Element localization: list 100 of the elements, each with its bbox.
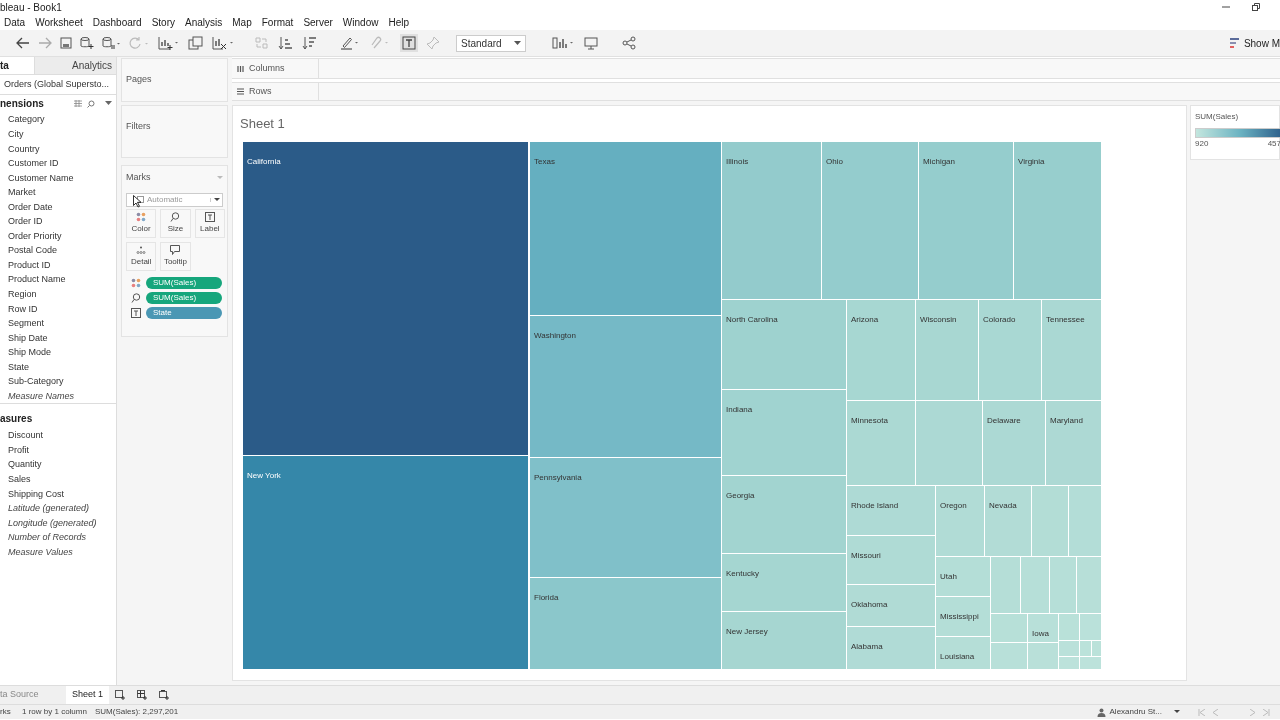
menu-item[interactable]: Map bbox=[232, 14, 252, 30]
legend-title: SUM(Sales) bbox=[1195, 112, 1240, 122]
restore-icon[interactable] bbox=[1252, 3, 1260, 11]
new-worksheet-icon[interactable] bbox=[115, 690, 126, 700]
marks-detail-button[interactable]: Detail bbox=[126, 241, 157, 271]
minimize-icon[interactable] bbox=[1222, 3, 1230, 11]
field-item[interactable]: Sales bbox=[0, 472, 116, 487]
sort-descending-icon[interactable] bbox=[302, 36, 318, 50]
field-item[interactable]: State bbox=[0, 359, 116, 375]
field-item[interactable]: Region bbox=[0, 287, 116, 302]
sort-ascending-icon[interactable] bbox=[278, 36, 294, 50]
menu-item[interactable]: Help bbox=[388, 14, 409, 30]
tile-label: Texas bbox=[534, 157, 555, 166]
menu-item[interactable]: Server bbox=[303, 14, 333, 30]
menu-item[interactable]: Window bbox=[342, 14, 379, 30]
presentation-icon[interactable] bbox=[584, 36, 598, 50]
pane-tab[interactable]: Analytics bbox=[34, 57, 116, 75]
field-item[interactable]: Order Priority bbox=[0, 228, 116, 244]
tile-label: Oregon bbox=[940, 501, 967, 510]
marks-size-button[interactable]: Size bbox=[160, 208, 191, 238]
user-icon bbox=[1096, 707, 1106, 717]
marks-color-button[interactable]: Color bbox=[126, 208, 157, 238]
marks-title: Marks bbox=[126, 171, 151, 184]
forward-arrow-icon[interactable] bbox=[38, 37, 52, 49]
dropdown-caret-icon[interactable] bbox=[1174, 710, 1180, 714]
dropdown-caret-icon[interactable] bbox=[105, 101, 112, 107]
tile-label: Florida bbox=[534, 593, 559, 602]
save-icon[interactable] bbox=[60, 37, 72, 49]
field-item[interactable]: Customer ID bbox=[0, 156, 116, 171]
field-item[interactable]: Category bbox=[0, 112, 116, 127]
grid-view-icon[interactable] bbox=[74, 100, 82, 108]
field-item[interactable]: Market bbox=[0, 185, 116, 200]
field-item[interactable]: Quantity bbox=[0, 457, 116, 472]
field-item[interactable]: Order Date bbox=[0, 199, 116, 215]
tile-label: North Carolina bbox=[726, 315, 778, 324]
show-labels-icon[interactable] bbox=[400, 34, 418, 52]
tile-label: Louisiana bbox=[940, 652, 975, 661]
menu-item[interactable]: Story bbox=[151, 14, 175, 30]
menu-item[interactable]: Data bbox=[4, 14, 26, 30]
menu-item[interactable]: Worksheet bbox=[35, 14, 83, 30]
new-worksheet-icon[interactable] bbox=[158, 36, 180, 50]
field-item[interactable]: Shipping Cost bbox=[0, 486, 116, 502]
field-item[interactable]: Measure Names bbox=[0, 388, 116, 404]
field-item[interactable]: Segment bbox=[0, 316, 116, 331]
share-icon[interactable] bbox=[622, 36, 636, 50]
search-icon[interactable] bbox=[87, 99, 95, 108]
tile-label: Missouri bbox=[851, 551, 881, 560]
new-data-source-icon[interactable] bbox=[80, 36, 94, 50]
mouse-pointer-icon bbox=[133, 195, 142, 208]
field-item[interactable]: Ship Date bbox=[0, 330, 116, 346]
new-dashboard-icon[interactable] bbox=[137, 690, 148, 700]
text-label-icon bbox=[131, 307, 141, 318]
dropdown-caret-icon[interactable] bbox=[514, 41, 521, 45]
color-dots-icon bbox=[136, 211, 147, 222]
field-item[interactable]: Postal Code bbox=[0, 243, 116, 258]
field-item[interactable]: Ship Mode bbox=[0, 345, 116, 360]
field-item[interactable]: Order ID bbox=[0, 214, 116, 229]
legend-max: 457 bbox=[1267, 138, 1280, 149]
field-item[interactable]: Customer Name bbox=[0, 170, 116, 186]
field-item[interactable]: Measure Values bbox=[0, 544, 116, 560]
data-source-name[interactable]: Orders (Global Supersto... bbox=[4, 77, 110, 92]
field-item[interactable]: Sub-Category bbox=[0, 374, 116, 389]
tile-label: Rhode Island bbox=[851, 501, 899, 510]
tile-label: Washington bbox=[534, 331, 576, 340]
sheet-tab[interactable]: Sheet 1 bbox=[66, 686, 110, 704]
field-item[interactable]: Number of Records bbox=[0, 530, 116, 545]
marks-tooltip-button[interactable]: Tooltip bbox=[160, 241, 191, 271]
tile-label: Illinois bbox=[726, 157, 749, 166]
back-arrow-icon[interactable] bbox=[16, 37, 30, 49]
clear-sheet-icon[interactable] bbox=[212, 36, 236, 50]
new-story-icon[interactable] bbox=[159, 690, 170, 700]
field-item[interactable]: Row ID bbox=[0, 301, 116, 317]
tile-label: Alabama bbox=[851, 642, 883, 651]
tile-label: Oklahoma bbox=[851, 600, 888, 609]
field-item[interactable]: Country bbox=[0, 141, 116, 157]
field-item[interactable]: Latitude (generated) bbox=[0, 501, 116, 516]
field-item[interactable]: Product ID bbox=[0, 257, 116, 273]
field-item[interactable]: Longitude (generated) bbox=[0, 515, 116, 531]
duplicate-sheet-icon[interactable] bbox=[188, 36, 204, 50]
sheet-title: Sheet 1 bbox=[239, 115, 286, 132]
field-item[interactable]: City bbox=[0, 126, 116, 142]
marks-label-button[interactable]: Label bbox=[194, 208, 225, 238]
pause-data-icon[interactable] bbox=[102, 36, 120, 50]
swap-chart-icon[interactable] bbox=[552, 36, 576, 50]
field-item[interactable]: Profit bbox=[0, 442, 116, 458]
user-name[interactable]: Alexandru St... bbox=[1109, 706, 1162, 718]
menu-item[interactable]: Format bbox=[261, 14, 294, 30]
dropdown-caret-icon[interactable] bbox=[214, 197, 220, 202]
detail-dots-icon bbox=[136, 244, 147, 255]
rows-icon bbox=[237, 88, 244, 95]
show-me-button[interactable]: Show M bbox=[1229, 35, 1280, 51]
window-title: bleau - Book1 bbox=[0, 1, 62, 13]
fit-dropdown[interactable]: Standard bbox=[456, 34, 526, 52]
field-item[interactable]: Discount bbox=[0, 428, 116, 443]
field-item[interactable]: Product Name bbox=[0, 272, 116, 287]
filters-title: Filters bbox=[126, 121, 151, 131]
menu-item[interactable]: Analysis bbox=[185, 14, 223, 30]
tile-label: Colorado bbox=[983, 315, 1016, 324]
marks-count: rks bbox=[0, 706, 12, 718]
menu-item[interactable]: Dashboard bbox=[92, 14, 142, 30]
